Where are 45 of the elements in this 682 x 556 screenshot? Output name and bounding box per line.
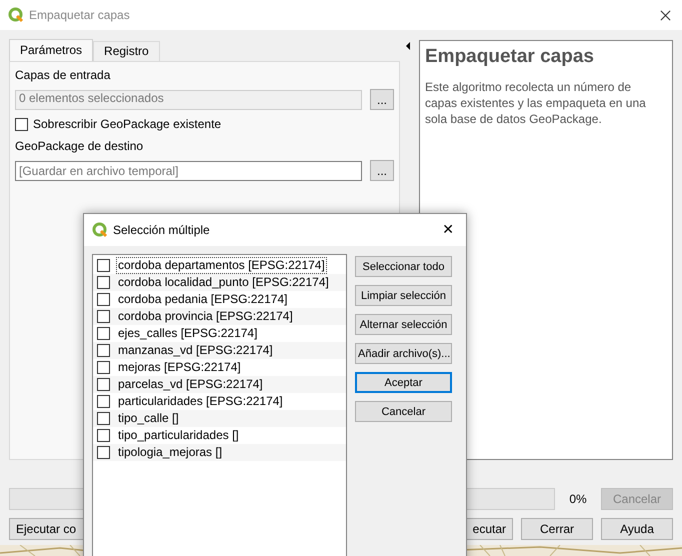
layer-item[interactable]: particularidades [EPSG:22174] <box>116 393 285 410</box>
dialog-button[interactable]: Seleccionar todo <box>355 256 452 277</box>
input-field[interactable]: 0 elementos seleccionados <box>15 90 362 110</box>
checkbox[interactable] <box>97 276 110 289</box>
collapse-arrow-icon[interactable] <box>406 42 410 50</box>
window-title: Empaquetar capas <box>29 8 131 22</box>
checkbox[interactable] <box>97 395 110 408</box>
dialog-button[interactable]: Limpiar selección <box>355 285 452 306</box>
browse-button[interactable]: ... <box>370 89 394 110</box>
browse-button[interactable]: ... <box>370 160 394 181</box>
checkbox[interactable] <box>97 378 110 391</box>
checkbox[interactable] <box>97 429 110 442</box>
checkbox[interactable] <box>97 412 110 425</box>
checkbox[interactable] <box>97 259 110 272</box>
checkbox[interactable] <box>97 446 110 459</box>
checkbox[interactable] <box>97 293 110 306</box>
dialog-button[interactable]: Cancelar <box>355 401 452 422</box>
app-logo-icon <box>8 7 24 23</box>
checkbox[interactable] <box>97 344 110 357</box>
tab[interactable]: Parámetros <box>9 39 94 61</box>
dialog-button[interactable]: Aceptar <box>355 372 452 393</box>
action-button[interactable]: Cerrar <box>521 518 593 540</box>
dialog-button[interactable]: Alternar selección <box>355 314 452 335</box>
progress-percent: 0% <box>568 492 588 506</box>
dialog-button[interactable]: Añadir archivo(s)... <box>355 343 452 364</box>
help-title: Empaquetar capas <box>425 45 595 69</box>
layer-item[interactable]: cordoba pedania [EPSG:22174] <box>116 291 290 308</box>
output-field[interactable]: [Guardar en archivo temporal] <box>15 160 362 180</box>
close-icon[interactable] <box>660 10 671 20</box>
checkbox[interactable] <box>97 361 110 374</box>
field-label: GeoPackage de destino <box>15 138 144 154</box>
checkbox[interactable] <box>97 327 110 340</box>
layer-item[interactable]: tipo_particularidades [] <box>116 427 241 444</box>
app-logo-icon <box>92 222 108 238</box>
dialog-title: Selección múltiple <box>113 223 211 237</box>
help-text: Este algoritmo recolecta un número de capas existentes y las empaqueta en una sola base de datos GeoPackage. <box>425 79 647 127</box>
field-label: Capas de entrada <box>15 67 112 83</box>
checkbox[interactable] <box>97 310 110 323</box>
layer-item[interactable]: mejoras [EPSG:22174] <box>116 359 243 376</box>
checkbox-label: Sobrescribir GeoPackage existente <box>33 117 222 131</box>
layer-item[interactable]: ejes_calles [EPSG:22174] <box>116 325 260 342</box>
tab[interactable]: Registro <box>93 41 160 61</box>
action-button[interactable]: Ayuda <box>601 518 673 540</box>
close-button[interactable]: ✕ <box>438 222 458 238</box>
checkbox[interactable] <box>15 118 28 130</box>
